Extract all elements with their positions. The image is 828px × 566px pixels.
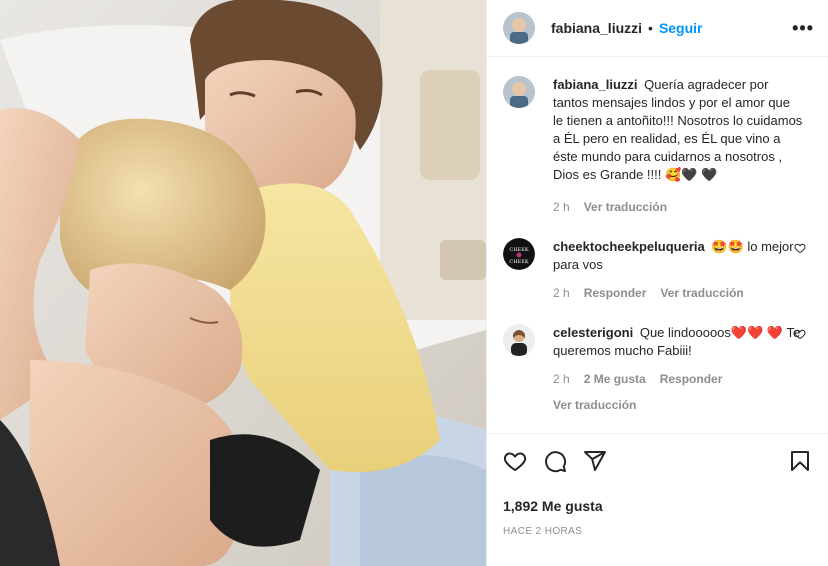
comment-username[interactable]: celesterigoni xyxy=(553,325,633,340)
post-panel: fabiana_liuzzi • Seguir ••• fabiana_liuz… xyxy=(486,0,828,566)
comments-section: fabiana_liuzzi Quería agradecer por tant… xyxy=(487,58,828,433)
more-icon[interactable]: ••• xyxy=(792,18,814,39)
action-icons-row xyxy=(503,448,812,474)
comment-body: cheektocheekpeluqueria 🤩🤩 lo mejor para … xyxy=(553,238,803,302)
caption-text: Quería agradecer por tantos mensajes lin… xyxy=(553,77,803,182)
share-icon[interactable] xyxy=(583,449,607,473)
bookmark-icon[interactable] xyxy=(788,449,812,473)
caption-body: fabiana_liuzzi Quería agradecer por tant… xyxy=(553,76,803,216)
comment-item: celesterigoni Que lindooooos❤️❤️ ❤️ Te q… xyxy=(487,302,828,414)
caption-meta: 2 h Ver traducción xyxy=(553,198,803,216)
reply-button[interactable]: Responder xyxy=(660,370,723,388)
avatar-image xyxy=(503,324,535,356)
post-timestamp[interactable]: HACE 2 HORAS xyxy=(503,526,812,537)
comment-meta: 2 h Responder Ver traducción xyxy=(553,284,803,302)
avatar-image xyxy=(503,12,535,44)
translate-link[interactable]: Ver traducción xyxy=(660,284,743,302)
post-header: fabiana_liuzzi • Seguir ••• xyxy=(487,0,828,57)
translate-link[interactable]: Ver traducción xyxy=(553,396,803,414)
author-username[interactable]: fabiana_liuzzi xyxy=(551,20,642,36)
comment-body: celesterigoni Que lindooooos❤️❤️ ❤️ Te q… xyxy=(553,324,803,414)
post-actions: 1,892 Me gusta HACE 2 HORAS xyxy=(487,433,828,537)
comment-username[interactable]: cheektocheekpeluqueria xyxy=(553,239,705,254)
follow-button[interactable]: Seguir xyxy=(659,20,703,36)
avatar-image xyxy=(503,76,535,108)
caption-translate-link[interactable]: Ver traducción xyxy=(584,198,667,216)
caption: fabiana_liuzzi Quería agradecer por tant… xyxy=(487,58,828,216)
photo-illustration xyxy=(0,0,486,566)
caption-avatar[interactable] xyxy=(503,76,535,108)
heart-icon[interactable] xyxy=(503,449,527,473)
comment-like-heart-icon[interactable] xyxy=(794,328,806,343)
avatar-image: CHEEK CHEEK xyxy=(503,238,535,270)
comment-likes-count[interactable]: 2 Me gusta xyxy=(584,370,646,388)
comment-meta: 2 h 2 Me gusta Responder Ver traducción xyxy=(553,370,803,414)
avatar-logo-text: CHEEK xyxy=(509,247,528,253)
post-photo[interactable] xyxy=(0,0,486,566)
comment-time[interactable]: 2 h xyxy=(553,370,570,388)
comment-like-heart-icon[interactable] xyxy=(794,242,806,257)
separator-dot: • xyxy=(648,20,653,36)
reply-button[interactable]: Responder xyxy=(584,284,647,302)
comment-icon[interactable] xyxy=(543,449,567,473)
likes-count[interactable]: 1,892 Me gusta xyxy=(503,498,812,514)
author-avatar[interactable] xyxy=(503,12,535,44)
comment-time[interactable]: 2 h xyxy=(553,284,570,302)
caption-time[interactable]: 2 h xyxy=(553,198,570,216)
avatar-logo-text: CHEEK xyxy=(509,259,528,265)
comment-item: CHEEK CHEEK cheektocheekpeluqueria 🤩🤩 lo… xyxy=(487,216,828,302)
caption-username[interactable]: fabiana_liuzzi xyxy=(553,77,638,92)
commenter-avatar[interactable]: CHEEK CHEEK xyxy=(503,238,535,270)
commenter-avatar[interactable] xyxy=(503,324,535,356)
